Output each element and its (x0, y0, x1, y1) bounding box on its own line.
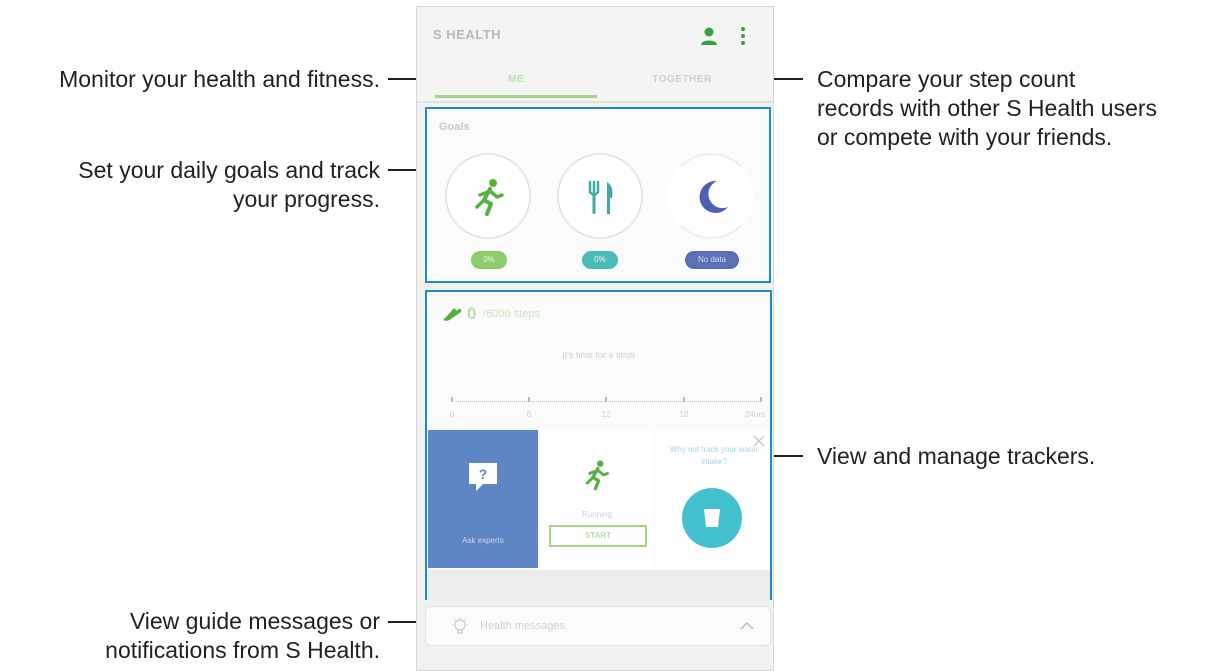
callout-trackers-text: View and manage trackers. (817, 443, 1096, 469)
callout-monitor: Monitor your health and fitness. (59, 65, 380, 94)
health-messages-bar[interactable]: Health messages (425, 606, 771, 646)
leader-line (772, 455, 803, 457)
steps-message: It's time for a stroll (562, 350, 635, 360)
goal-ring-food[interactable] (557, 153, 643, 239)
goals-card[interactable]: Goals 0% 0% No data (425, 107, 771, 283)
profile-icon[interactable] (698, 25, 720, 47)
water-prompt: Why not track your water intake? (669, 445, 759, 466)
running-icon (585, 460, 609, 491)
app-title: S HEALTH (433, 27, 502, 42)
moon-icon (699, 180, 728, 213)
tab-indicator (435, 95, 597, 98)
shoe-icon (441, 306, 463, 327)
goal-ring-sleep[interactable] (668, 153, 754, 239)
tab-together[interactable]: TOGETHER (597, 65, 767, 103)
timeline-label: 12 (601, 410, 611, 419)
chevron-up-icon[interactable] (739, 621, 755, 631)
callout-compare-line: or compete with your friends. (817, 124, 1113, 150)
timeline-tick (760, 397, 762, 402)
svg-text:?: ? (479, 466, 488, 482)
goal-badge-food: 0% (582, 251, 618, 269)
callout-monitor-text: Monitor your health and fitness. (59, 66, 380, 92)
more-options-icon[interactable] (737, 25, 749, 47)
timeline-tick (451, 397, 453, 402)
timeline-label: 24hrs (744, 410, 765, 419)
timeline-label: 18 (679, 410, 689, 419)
timeline-tick (528, 397, 530, 402)
cup-icon (704, 509, 720, 527)
callout-guide-line: View guide messages or (129, 608, 380, 634)
running-tracker-tile[interactable]: Running START (541, 430, 653, 568)
callout-goals-line: Set your daily goals and track (78, 157, 380, 183)
steps-count: 0 (467, 304, 477, 323)
start-button[interactable]: START (549, 525, 647, 547)
goal-ring-activity[interactable] (445, 153, 531, 239)
timeline-tick (605, 397, 607, 402)
goals-title: Goals (439, 121, 470, 133)
running-label: Running (582, 510, 612, 519)
water-tracker-tile[interactable]: Why not track your water intake? (656, 430, 770, 568)
callout-trackers: View and manage trackers. (817, 442, 1095, 471)
callout-compare: Compare your step count records with oth… (817, 65, 1157, 152)
fork-knife-icon (588, 180, 613, 214)
ask-experts-label: Ask experts (462, 536, 504, 545)
callout-goals-line: your progress. (232, 186, 380, 212)
callout-guide: View guide messages or notifications fro… (105, 607, 380, 665)
running-icon (475, 179, 504, 216)
trackers-card: 0 /6000 steps It's time for a stroll 0 6… (425, 290, 772, 600)
ask-experts-tile[interactable]: ? Ask experts (428, 430, 538, 568)
trackers-tray (427, 570, 770, 600)
callout-compare-line: Compare your step count (817, 66, 1076, 92)
timeline-label: 6 (526, 410, 532, 419)
callout-goals: Set your daily goals and track your prog… (78, 156, 380, 214)
steps-goal: /6000 steps (483, 308, 540, 320)
goal-badge-activity: 0% (471, 251, 507, 269)
app-bar: S HEALTH (417, 7, 773, 65)
callout-guide-line: notifications from S Health. (105, 637, 380, 663)
timeline-label: 0 (449, 410, 455, 419)
add-water-button[interactable] (682, 488, 742, 548)
health-messages-label: Health messages (480, 620, 565, 632)
phone-screen: S HEALTH ME TOGETHER Goals 0% 0% No data… (416, 6, 774, 671)
goal-badge-sleep: No data (685, 251, 739, 269)
callout-compare-line: records with other S Health users (817, 95, 1158, 121)
lightbulb-icon (452, 617, 468, 634)
question-bubble-icon: ? (469, 463, 497, 491)
timeline-tick (683, 397, 685, 402)
